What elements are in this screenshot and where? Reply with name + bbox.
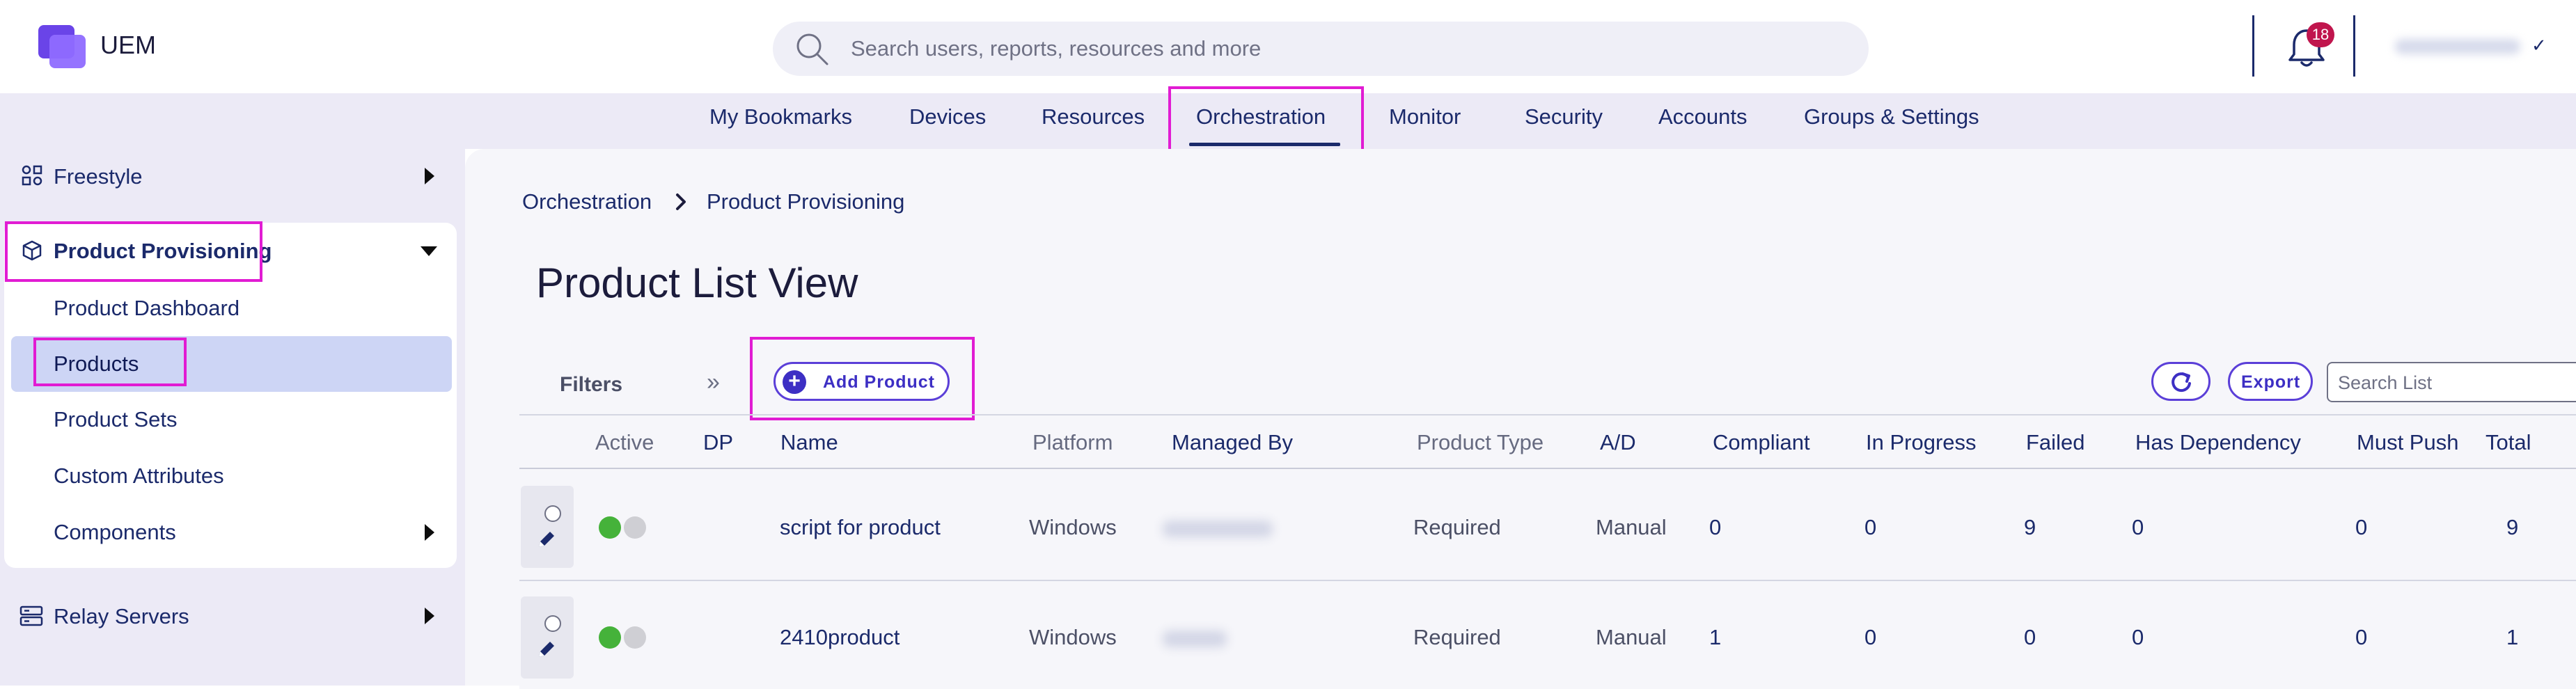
nav-accounts[interactable]: Accounts bbox=[1658, 104, 1748, 129]
active-status-on[interactable] bbox=[599, 626, 621, 649]
search-icon bbox=[796, 33, 828, 65]
nav-orchestration[interactable]: Orchestration bbox=[1196, 104, 1326, 129]
chevron-right-icon[interactable] bbox=[425, 608, 434, 624]
active-status-off[interactable] bbox=[624, 626, 646, 649]
platform-cell: Windows bbox=[1029, 515, 1117, 539]
nav-security[interactable]: Security bbox=[1525, 104, 1603, 129]
server-icon bbox=[19, 605, 43, 626]
row-select-radio[interactable] bbox=[544, 505, 561, 522]
active-status-off[interactable] bbox=[624, 516, 646, 539]
must-push-count[interactable]: 0 bbox=[2355, 515, 2367, 540]
breadcrumb-product-provisioning[interactable]: Product Provisioning bbox=[707, 189, 904, 214]
uem-logo-icon[interactable] bbox=[38, 25, 87, 68]
filters-label[interactable]: Filters bbox=[560, 373, 622, 397]
refresh-button[interactable] bbox=[2151, 362, 2210, 401]
chevron-right-icon[interactable] bbox=[425, 168, 434, 184]
chevron-down-icon[interactable] bbox=[421, 246, 437, 256]
export-label: Export bbox=[2241, 372, 2301, 392]
column-header-has-dependency[interactable]: Has Dependency bbox=[2135, 430, 2301, 455]
product-type-cell: Required bbox=[1413, 625, 1501, 649]
nav-resources[interactable]: Resources bbox=[1042, 104, 1145, 129]
column-header-failed[interactable]: Failed bbox=[2026, 430, 2084, 455]
product-type-cell: Required bbox=[1413, 515, 1501, 539]
chevron-right-icon bbox=[676, 193, 686, 210]
nav-groups-settings[interactable]: Groups & Settings bbox=[1804, 104, 1979, 129]
row-select-radio[interactable] bbox=[544, 615, 561, 632]
user-menu[interactable] bbox=[2395, 39, 2520, 54]
failed-count[interactable]: 0 bbox=[2024, 625, 2036, 650]
managed-by-redacted bbox=[1163, 631, 1227, 647]
nav-devices[interactable]: Devices bbox=[909, 104, 986, 129]
search-list-input[interactable] bbox=[2337, 372, 2569, 395]
ad-cell: Manual bbox=[1596, 515, 1667, 539]
refresh-icon bbox=[2171, 372, 2191, 393]
breadcrumb-orchestration[interactable]: Orchestration bbox=[522, 189, 652, 214]
column-header-ad[interactable]: A/D bbox=[1600, 430, 1636, 455]
failed-count[interactable]: 9 bbox=[2024, 515, 2036, 540]
column-header-name[interactable]: Name bbox=[780, 430, 838, 455]
product-name-link[interactable]: 2410product bbox=[780, 625, 900, 650]
total-count[interactable]: 1 bbox=[2506, 625, 2518, 650]
active-tab-indicator bbox=[1189, 143, 1340, 146]
notification-badge: 18 bbox=[2307, 22, 2334, 47]
sidebar-item-relay-servers[interactable]: Relay Servers bbox=[54, 604, 189, 629]
active-status-on[interactable] bbox=[599, 516, 621, 539]
header-divider bbox=[2353, 15, 2355, 77]
search-list-field[interactable] bbox=[2327, 362, 2576, 402]
in-progress-count[interactable]: 0 bbox=[1864, 515, 1876, 540]
nav-monitor[interactable]: Monitor bbox=[1389, 104, 1461, 129]
export-button[interactable]: Export bbox=[2228, 362, 2313, 401]
sidebar-item-product-provisioning[interactable]: Product Provisioning bbox=[54, 239, 272, 264]
has-dependency-count[interactable]: 0 bbox=[2132, 625, 2144, 650]
must-push-count[interactable]: 0 bbox=[2355, 625, 2367, 650]
compliant-count[interactable]: 1 bbox=[1709, 625, 1721, 650]
platform-cell: Windows bbox=[1029, 625, 1117, 649]
freestyle-icon bbox=[22, 165, 42, 186]
global-search-input[interactable]: Search users, reports, resources and mor… bbox=[851, 36, 1261, 61]
app-name: UEM bbox=[100, 31, 156, 59]
package-icon bbox=[22, 240, 42, 261]
nav-my-bookmarks[interactable]: My Bookmarks bbox=[709, 104, 852, 129]
column-header-total[interactable]: Total bbox=[2485, 430, 2531, 455]
has-dependency-count[interactable]: 0 bbox=[2132, 515, 2144, 540]
pencil-icon[interactable] bbox=[535, 637, 558, 661]
double-chevron-right-icon[interactable]: » bbox=[707, 369, 720, 396]
column-header-dp[interactable]: DP bbox=[703, 430, 733, 455]
column-header-active[interactable]: Active bbox=[595, 430, 654, 455]
top-header: UEM Search users, reports, resources and… bbox=[0, 0, 2576, 93]
sidebar-group-product-provisioning bbox=[4, 223, 457, 568]
table-top-border bbox=[519, 414, 2576, 415]
compliant-count[interactable]: 0 bbox=[1709, 515, 1721, 540]
plus-icon: + bbox=[783, 370, 806, 394]
column-header-managed-by[interactable]: Managed By bbox=[1172, 430, 1293, 455]
column-header-must-push[interactable]: Must Push bbox=[2357, 430, 2458, 455]
sidebar-item-product-sets[interactable]: Product Sets bbox=[54, 407, 177, 432]
total-count[interactable]: 9 bbox=[2506, 515, 2518, 540]
chevron-right-icon[interactable] bbox=[425, 524, 434, 541]
pencil-icon[interactable] bbox=[535, 528, 558, 551]
sidebar-item-components[interactable]: Components bbox=[54, 520, 176, 545]
header-divider bbox=[2252, 15, 2254, 77]
product-name-link[interactable]: script for product bbox=[780, 515, 941, 540]
sidebar-item-freestyle[interactable]: Freestyle bbox=[54, 164, 142, 189]
column-header-compliant[interactable]: Compliant bbox=[1713, 430, 1810, 455]
column-header-platform[interactable]: Platform bbox=[1032, 430, 1113, 455]
sidebar-item-product-dashboard[interactable]: Product Dashboard bbox=[54, 296, 239, 321]
add-product-label: Add Product bbox=[823, 372, 935, 392]
column-header-product-type[interactable]: Product Type bbox=[1417, 430, 1544, 455]
chevron-down-icon[interactable]: ✓ bbox=[2531, 35, 2547, 56]
sidebar-item-custom-attributes[interactable]: Custom Attributes bbox=[54, 464, 224, 489]
ad-cell: Manual bbox=[1596, 625, 1667, 649]
column-header-in-progress[interactable]: In Progress bbox=[1866, 430, 1977, 455]
in-progress-count[interactable]: 0 bbox=[1864, 625, 1876, 650]
managed-by-redacted bbox=[1163, 521, 1273, 537]
sidebar-item-products[interactable]: Products bbox=[54, 351, 139, 377]
add-product-button[interactable]: + Add Product bbox=[773, 362, 950, 401]
row-actions-cell bbox=[521, 486, 574, 568]
table-header-border bbox=[519, 468, 2576, 469]
page-title: Product List View bbox=[536, 260, 858, 306]
